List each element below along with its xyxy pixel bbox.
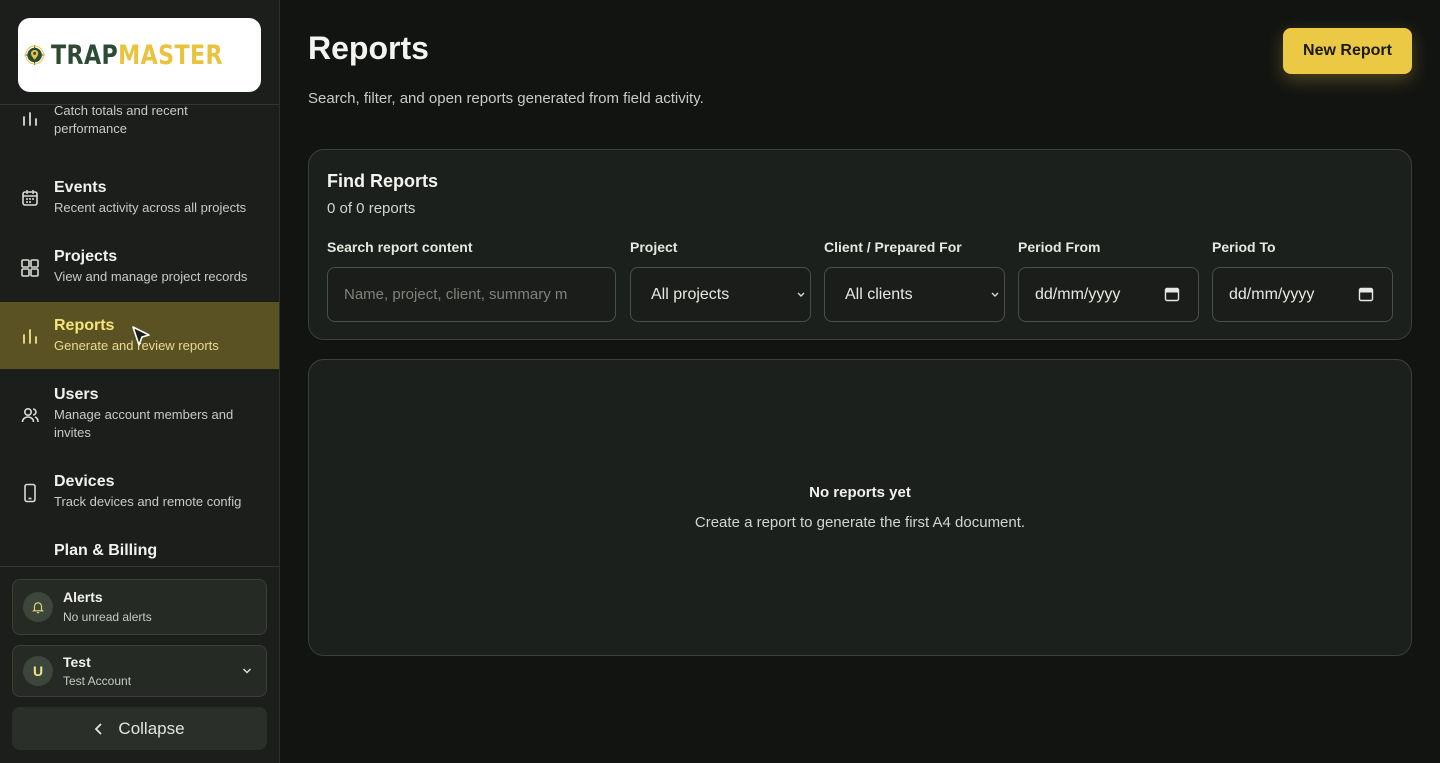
period-from-value: dd/mm/yyyy xyxy=(1035,285,1121,303)
sidebar-item-users[interactable]: Users Manage account members and invites xyxy=(0,386,279,466)
find-reports-title: Find Reports xyxy=(327,171,438,191)
period-from-input[interactable]: dd/mm/yyyy xyxy=(1018,267,1199,322)
page-subtitle: Search, filter, and open reports generat… xyxy=(308,90,704,107)
search-label: Search report content xyxy=(327,239,473,255)
users-icon xyxy=(21,407,39,423)
project-select[interactable]: All projects xyxy=(630,267,811,322)
target-pin-icon xyxy=(24,45,45,65)
calendar-icon[interactable] xyxy=(1358,286,1374,302)
period-to-label: Period To xyxy=(1212,239,1276,255)
sidebar-item-description: Track devices and remote config xyxy=(54,494,242,509)
calendar-icon[interactable] xyxy=(1164,286,1180,302)
chevron-down-icon xyxy=(991,292,999,297)
brand-name-part1: TRAP xyxy=(51,39,119,71)
alerts-title: Alerts xyxy=(63,589,103,605)
find-reports-panel: Find Reports 0 of 0 reports Search repor… xyxy=(308,149,1412,340)
bar-chart-icon xyxy=(23,329,37,344)
sidebar-item-plan-billing[interactable]: Plan & Billing xyxy=(0,542,279,566)
chevron-left-icon xyxy=(95,722,103,735)
bell-icon xyxy=(23,592,53,622)
mouse-cursor-icon xyxy=(132,326,150,346)
search-placeholder: Name, project, client, summary m xyxy=(344,286,568,303)
chevron-down-icon xyxy=(797,292,805,297)
chevron-down-icon xyxy=(242,668,252,674)
bar-chart-icon xyxy=(23,112,37,126)
account-name: Test Account xyxy=(63,674,132,688)
divider xyxy=(0,566,279,567)
new-report-button[interactable]: New Report xyxy=(1283,28,1412,74)
sidebar-item-devices[interactable]: Devices Track devices and remote config xyxy=(0,473,279,539)
sidebar: TRAPMASTER Catch totals and recent perfo… xyxy=(0,0,280,763)
period-to-input[interactable]: dd/mm/yyyy xyxy=(1212,267,1393,322)
brand-logo[interactable]: TRAPMASTER xyxy=(18,18,261,92)
sidebar-item-description: Manage account members and invites xyxy=(54,407,234,440)
empty-state-title: No reports yet xyxy=(809,484,911,501)
sidebar-item-label: Plan & Billing xyxy=(54,542,158,559)
project-select-value: All projects xyxy=(651,285,730,303)
reports-list-panel: No reports yet Create a report to genera… xyxy=(308,359,1412,656)
sidebar-item-label: Devices xyxy=(54,473,115,490)
collapse-label: Collapse xyxy=(118,718,185,738)
alerts-status: No unread alerts xyxy=(63,610,152,624)
account-menu-button[interactable]: U Test Test Account xyxy=(12,645,267,697)
sidebar-item-label: Events xyxy=(54,179,107,196)
report-count: 0 of 0 reports xyxy=(327,200,416,217)
sidebar-item-description: Generate and review reports xyxy=(54,338,219,353)
collapse-button[interactable]: Collapse xyxy=(12,707,267,750)
sidebar-item-label: Users xyxy=(54,386,99,403)
grid-icon xyxy=(21,259,39,277)
project-label: Project xyxy=(630,239,678,255)
sidebar-item-label: Reports xyxy=(54,317,115,334)
brand-wordmark: TRAPMASTER xyxy=(51,40,223,71)
period-to-value: dd/mm/yyyy xyxy=(1229,285,1315,303)
user-name: Test xyxy=(63,654,91,670)
empty-state-message: Create a report to generate the first A4… xyxy=(694,514,1026,531)
alerts-button[interactable]: Alerts No unread alerts xyxy=(12,579,267,635)
sidebar-item-overview[interactable]: Catch totals and recent performance xyxy=(0,105,279,165)
period-from-label: Period From xyxy=(1018,239,1101,255)
sidebar-item-description: View and manage project records xyxy=(54,269,248,284)
client-label: Client / Prepared For xyxy=(824,239,962,255)
sidebar-item-description: Catch totals and recent performance xyxy=(54,105,188,136)
client-select-value: All clients xyxy=(845,285,913,303)
search-input[interactable]: Name, project, client, summary m xyxy=(327,267,616,322)
brand-name-part2: MASTER xyxy=(118,39,224,71)
sidebar-item-description: Recent activity across all projects xyxy=(54,200,247,215)
avatar: U xyxy=(23,656,53,686)
phone-icon xyxy=(24,483,36,503)
page-title: Reports xyxy=(308,30,429,66)
sidebar-item-events[interactable]: Events Recent activity across all projec… xyxy=(0,179,279,245)
sidebar-item-label: Projects xyxy=(54,248,118,265)
client-select[interactable]: All clients xyxy=(824,267,1005,322)
calendar-icon xyxy=(22,190,38,206)
